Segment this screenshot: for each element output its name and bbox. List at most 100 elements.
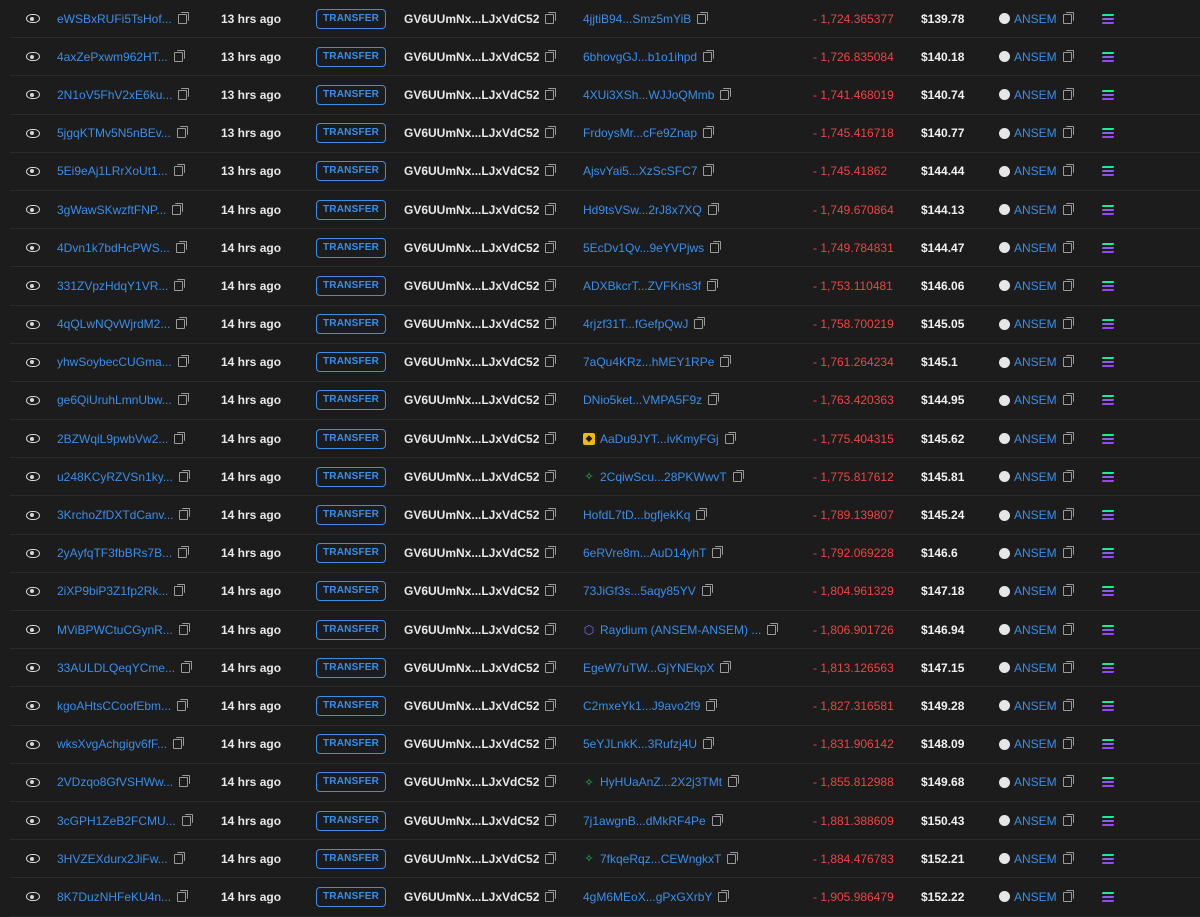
token-link[interactable]: ANSEM <box>1014 737 1057 751</box>
copy-icon[interactable] <box>1062 87 1074 100</box>
copy-icon[interactable] <box>545 813 557 826</box>
signature-link[interactable]: 2yAyfqTF3fbBRs7B... <box>57 546 172 560</box>
copy-icon[interactable] <box>697 11 709 24</box>
signature-link[interactable]: 2BZWqiL9pwbVw2... <box>57 432 168 446</box>
token-link[interactable]: ANSEM <box>1014 279 1057 293</box>
copy-icon[interactable] <box>177 11 189 24</box>
copy-icon[interactable] <box>545 737 557 750</box>
copy-icon[interactable] <box>545 851 557 864</box>
copy-icon[interactable] <box>177 355 189 368</box>
token-link[interactable]: ANSEM <box>1014 317 1057 331</box>
to-address-link[interactable]: HofdL7tD...bgfjekKq <box>583 508 690 522</box>
to-address-link[interactable]: FrdoysMr...cFe9Znap <box>583 126 697 140</box>
copy-icon[interactable] <box>1062 584 1074 597</box>
view-details-button[interactable] <box>25 458 41 495</box>
from-address[interactable]: GV6UUmNx...LJxVdC52 <box>404 699 539 713</box>
from-address[interactable]: GV6UUmNx...LJxVdC52 <box>404 737 539 751</box>
view-details-button[interactable] <box>25 840 41 877</box>
to-address-link[interactable]: 5EcDv1Qv...9eYVPjws <box>583 241 704 255</box>
copy-icon[interactable] <box>720 87 732 100</box>
from-address[interactable]: GV6UUmNx...LJxVdC52 <box>404 852 539 866</box>
view-details-button[interactable] <box>25 267 41 304</box>
copy-icon[interactable] <box>174 431 186 444</box>
token-link[interactable]: ANSEM <box>1014 775 1057 789</box>
copy-icon[interactable] <box>724 431 736 444</box>
copy-icon[interactable] <box>720 660 732 673</box>
token-link[interactable]: ANSEM <box>1014 546 1057 560</box>
copy-icon[interactable] <box>545 393 557 406</box>
view-details-button[interactable] <box>25 649 41 686</box>
from-address[interactable]: GV6UUmNx...LJxVdC52 <box>404 775 539 789</box>
copy-icon[interactable] <box>545 469 557 482</box>
copy-icon[interactable] <box>545 508 557 521</box>
to-address-link[interactable]: 4XUi3XSh...WJJoQMmb <box>583 88 714 102</box>
copy-icon[interactable] <box>1062 546 1074 559</box>
token-link[interactable]: ANSEM <box>1014 126 1057 140</box>
view-details-button[interactable] <box>25 38 41 75</box>
copy-icon[interactable] <box>176 126 188 139</box>
signature-link[interactable]: 3cGPH1ZeB2FCMU... <box>57 814 176 828</box>
copy-icon[interactable] <box>545 431 557 444</box>
token-link[interactable]: ANSEM <box>1014 355 1057 369</box>
copy-icon[interactable] <box>696 508 708 521</box>
copy-icon[interactable] <box>718 889 730 902</box>
copy-icon[interactable] <box>732 469 744 482</box>
from-address[interactable]: GV6UUmNx...LJxVdC52 <box>404 355 539 369</box>
copy-icon[interactable] <box>545 660 557 673</box>
signature-link[interactable]: 3HVZEXdurx2JiFw... <box>57 852 168 866</box>
copy-icon[interactable] <box>1062 49 1074 62</box>
copy-icon[interactable] <box>179 508 191 521</box>
copy-icon[interactable] <box>545 164 557 177</box>
signature-link[interactable]: wksXvgAchgigv6fF... <box>57 737 167 751</box>
to-address-link[interactable]: 2CqiwScu...28PKWwvT <box>600 470 727 484</box>
signature-link[interactable]: 8K7DuzNHFeKU4n... <box>57 890 171 904</box>
view-details-button[interactable] <box>25 611 41 648</box>
token-link[interactable]: ANSEM <box>1014 890 1057 904</box>
copy-icon[interactable] <box>703 164 715 177</box>
copy-icon[interactable] <box>181 813 193 826</box>
copy-icon[interactable] <box>176 317 188 330</box>
token-link[interactable]: ANSEM <box>1014 432 1057 446</box>
from-address[interactable]: GV6UUmNx...LJxVdC52 <box>404 164 539 178</box>
copy-icon[interactable] <box>178 469 190 482</box>
copy-icon[interactable] <box>545 698 557 711</box>
copy-icon[interactable] <box>173 851 185 864</box>
copy-icon[interactable] <box>703 49 715 62</box>
signature-link[interactable]: 331ZVpzHdqY1VR... <box>57 279 168 293</box>
copy-icon[interactable] <box>178 546 190 559</box>
to-address-link[interactable]: 6eRVre8m...AuD14yhT <box>583 546 706 560</box>
token-link[interactable]: ANSEM <box>1014 699 1057 713</box>
token-link[interactable]: ANSEM <box>1014 203 1057 217</box>
token-link[interactable]: ANSEM <box>1014 88 1057 102</box>
from-address[interactable]: GV6UUmNx...LJxVdC52 <box>404 584 539 598</box>
copy-icon[interactable] <box>1062 164 1074 177</box>
to-address-link[interactable]: AjsvYai5...XzScSFC7 <box>583 164 697 178</box>
view-details-button[interactable] <box>25 420 41 457</box>
copy-icon[interactable] <box>703 126 715 139</box>
copy-icon[interactable] <box>694 317 706 330</box>
view-details-button[interactable] <box>25 306 41 343</box>
from-address[interactable]: GV6UUmNx...LJxVdC52 <box>404 88 539 102</box>
token-link[interactable]: ANSEM <box>1014 623 1057 637</box>
copy-icon[interactable] <box>1062 851 1074 864</box>
copy-icon[interactable] <box>1062 660 1074 673</box>
to-address-link[interactable]: DNio5ket...VMPA5F9z <box>583 393 702 407</box>
copy-icon[interactable] <box>767 622 779 635</box>
signature-link[interactable]: 4qQLwNQvWjrdM2... <box>57 317 170 331</box>
signature-link[interactable]: yhwSoybecCUGma... <box>57 355 172 369</box>
copy-icon[interactable] <box>710 240 722 253</box>
copy-icon[interactable] <box>175 240 187 253</box>
to-address-link[interactable]: AaDu9JYT...ivKmyFGj <box>600 432 719 446</box>
from-address[interactable]: GV6UUmNx...LJxVdC52 <box>404 470 539 484</box>
signature-link[interactable]: MViBPWCtuCGynR... <box>57 623 173 637</box>
copy-icon[interactable] <box>172 202 184 215</box>
to-address-link[interactable]: 7j1awgnB...dMkRF4Pe <box>583 814 706 828</box>
copy-icon[interactable] <box>545 87 557 100</box>
signature-link[interactable]: 2iXP9biP3Z1fp2Rk... <box>57 584 168 598</box>
copy-icon[interactable] <box>545 889 557 902</box>
view-details-button[interactable] <box>25 764 41 801</box>
from-address[interactable]: GV6UUmNx...LJxVdC52 <box>404 890 539 904</box>
copy-icon[interactable] <box>1062 431 1074 444</box>
to-address-link[interactable]: 7aQu4KRz...hMEY1RPe <box>583 355 714 369</box>
from-address[interactable]: GV6UUmNx...LJxVdC52 <box>404 126 539 140</box>
